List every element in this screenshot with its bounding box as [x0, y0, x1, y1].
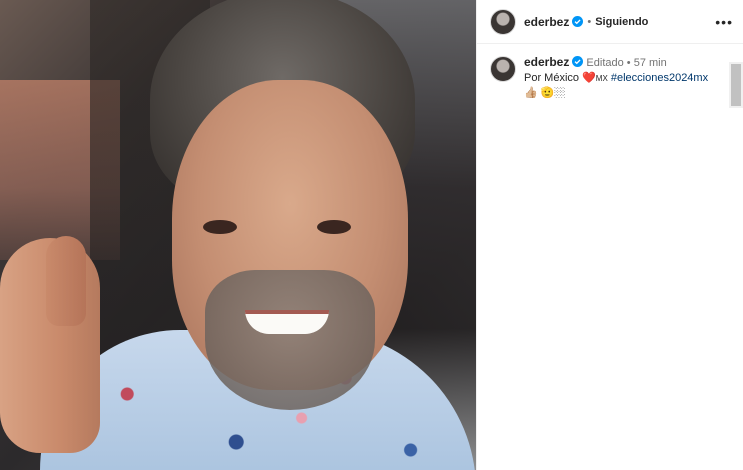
caption-comment: ederbez Editado • 57 min Por México ❤️MX… — [490, 55, 726, 101]
caption-prefix: Por México — [524, 72, 580, 84]
photo-beard — [205, 270, 375, 410]
caption-username[interactable]: ederbez — [524, 55, 569, 69]
caption-text: Por México ❤️MX #elecciones2024mx — [524, 71, 708, 86]
profile-avatar[interactable] — [490, 8, 516, 35]
scrollbar-thumb[interactable] — [731, 64, 741, 106]
post-time[interactable]: 57 min — [634, 57, 667, 69]
verified-badge-icon — [572, 56, 584, 67]
post-side-panel: ederbez • Siguiendo ••• ederbez Editado … — [476, 0, 743, 470]
photo-smile — [245, 310, 329, 334]
post-header: ederbez • Siguiendo ••• — [477, 0, 743, 44]
flag-emoji: MX — [595, 74, 608, 83]
post-photo[interactable] — [0, 0, 476, 470]
more-options-icon[interactable]: ••• — [715, 14, 733, 30]
hashtag-link[interactable]: #elecciones2024mx — [611, 72, 708, 84]
comments-scrollbar[interactable] — [729, 62, 743, 108]
header-username[interactable]: ederbez — [524, 15, 569, 29]
verified-badge-icon — [572, 16, 584, 27]
heart-emoji: ❤️ — [582, 72, 596, 84]
caption-avatar[interactable] — [490, 56, 516, 82]
edited-label: Editado — [586, 57, 624, 69]
caption-body: ederbez Editado • 57 min Por México ❤️MX… — [524, 55, 709, 99]
caption-emojis: 👍🏼 🫡🏼 — [524, 87, 566, 99]
separator-dot: • — [587, 15, 592, 28]
following-button[interactable]: Siguiendo — [595, 16, 648, 28]
